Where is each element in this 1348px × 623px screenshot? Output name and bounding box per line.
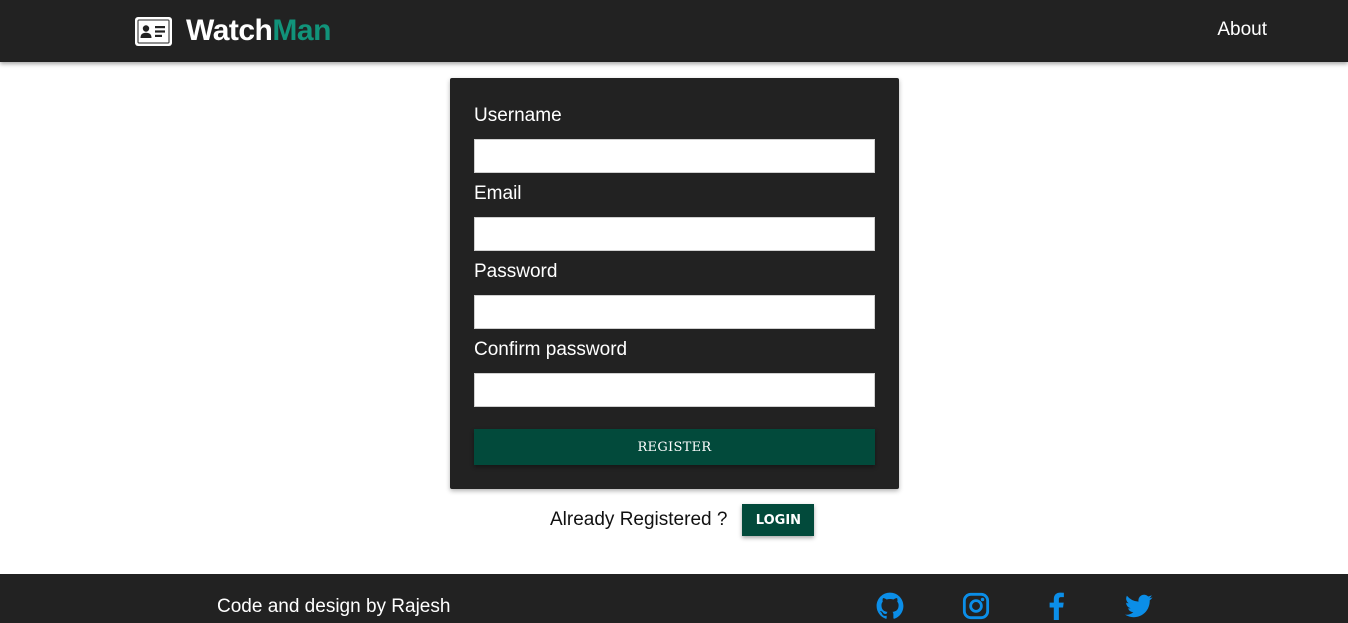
id-card-icon [135,16,172,46]
already-registered-text: Already Registered ? [550,509,728,530]
footer-credit: Code and design by Rajesh [217,596,451,617]
brand-name-part1: Watch [186,14,273,47]
password-label: Password [474,261,558,282]
register-card: Username Email Password Confirm password… [450,78,899,489]
facebook-link[interactable] [1043,592,1071,620]
nav-about-link[interactable]: About [1217,19,1267,41]
brand-name-part2: Man [272,14,331,47]
username-input[interactable] [474,139,875,173]
github-icon [876,592,904,619]
footer: Code and design by Rajesh [0,574,1348,623]
navbar: WatchMan About [0,0,1348,62]
github-link[interactable] [876,592,904,620]
instagram-link[interactable] [962,592,990,620]
password-input[interactable] [474,295,875,329]
login-row: Already Registered ? LOGIN [550,504,815,536]
instagram-icon [962,592,990,620]
register-button[interactable]: REGISTER [474,429,875,465]
brand-name: WatchMan [186,14,331,48]
username-label: Username [474,105,562,126]
confirm-password-label: Confirm password [474,339,628,360]
brand-link[interactable]: WatchMan [135,12,331,50]
twitter-link[interactable] [1125,592,1153,620]
facebook-icon [1049,592,1064,620]
login-button[interactable]: LOGIN [742,504,815,536]
confirm-password-input[interactable] [474,373,875,407]
email-input[interactable] [474,217,875,251]
twitter-icon [1125,594,1153,618]
email-label: Email [474,183,522,204]
